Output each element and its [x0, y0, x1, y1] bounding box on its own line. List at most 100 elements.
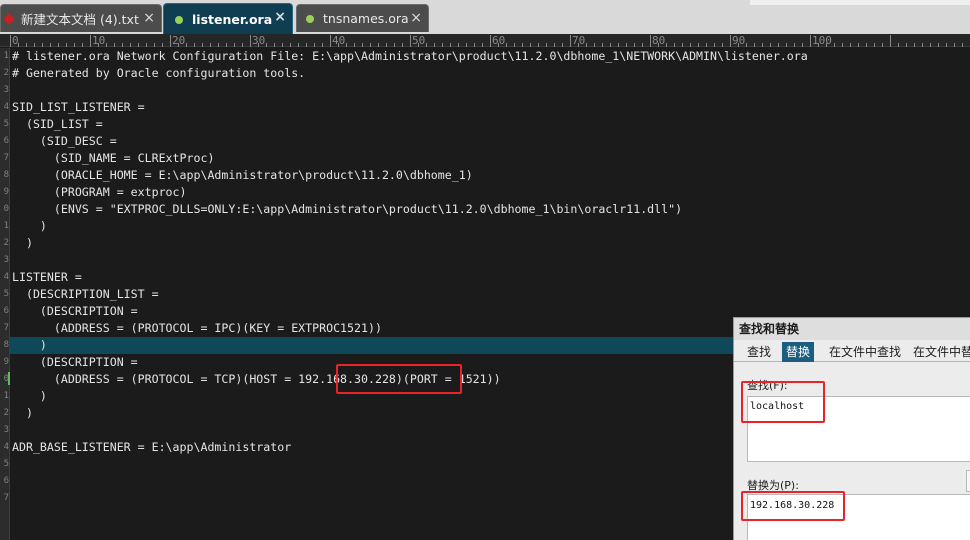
ruler-tick: [450, 43, 451, 47]
code-line[interactable]: (ENVS = "EXTPROC_DLLS=ONLY:E:\app\Admini…: [10, 201, 970, 218]
code-line[interactable]: ): [10, 218, 970, 235]
tab-label: 新建文本文档 (4).txt: [21, 12, 139, 27]
ruler-tick: [874, 43, 875, 47]
line-number: 2: [3, 408, 9, 418]
ruler-tick: [634, 43, 635, 47]
ruler-tick: [218, 43, 219, 47]
line-number: 2: [3, 68, 9, 78]
ruler-tick: [434, 43, 435, 47]
close-icon[interactable]: ×: [410, 11, 422, 25]
ruler-tick: [522, 43, 523, 47]
ruler-tick: [186, 43, 187, 47]
code-line[interactable]: (DESCRIPTION_LIST =: [10, 286, 970, 303]
ruler-tick: [666, 43, 667, 47]
ruler-tick: [842, 43, 843, 47]
tab-bar-blank-area: [750, 0, 970, 5]
line-number: 3: [3, 85, 9, 95]
code-line[interactable]: SID_LIST_LISTENER =: [10, 99, 970, 116]
line-number: 7: [3, 323, 9, 333]
ruler-tick: [898, 43, 899, 47]
ruler-label: 80: [652, 34, 666, 47]
ruler-tick: [386, 43, 387, 47]
line-number: 8: [3, 340, 9, 350]
line-number: 1: [3, 391, 9, 401]
panel-title: 查找和替换: [734, 318, 970, 340]
line-number: 6: [3, 136, 9, 146]
ruler-label: 0: [12, 34, 19, 47]
code-line[interactable]: # listener.ora Network Configuration Fil…: [10, 48, 970, 65]
tab-find-in-files[interactable]: 在文件中查找: [825, 342, 905, 362]
code-line[interactable]: (SID_NAME = CLRExtProc): [10, 150, 970, 167]
ruler-tick: [58, 43, 59, 47]
close-icon[interactable]: ×: [143, 11, 155, 25]
ruler-tick: [314, 43, 315, 47]
line-number: 4: [3, 272, 9, 282]
line-number: 1: [3, 221, 9, 231]
ruler-label: 50: [412, 34, 426, 47]
ruler-tick: [458, 43, 459, 47]
ruler-tick: [618, 43, 619, 47]
ruler-tick: [194, 43, 195, 47]
line-number: 0: [3, 204, 9, 214]
ruler-label: 30: [252, 34, 266, 47]
line-number: 2: [3, 238, 9, 248]
tab-find[interactable]: 查找: [743, 342, 775, 362]
ruler-tick: [306, 43, 307, 47]
line-number: 5: [3, 289, 9, 299]
ruler-tick: [890, 35, 891, 47]
line-number: 5: [3, 459, 9, 469]
ruler-tick: [242, 43, 243, 47]
ruler-tick: [474, 43, 475, 47]
ruler-tick: [482, 43, 483, 47]
ruler-tick: [594, 43, 595, 47]
ruler-tick: [882, 43, 883, 47]
ruler-tick: [858, 43, 859, 47]
tab-label: listener.ora: [192, 11, 273, 27]
code-line[interactable]: (PROGRAM = extproc): [10, 184, 970, 201]
ruler-tick: [850, 43, 851, 47]
ruler-tick: [586, 43, 587, 47]
code-line[interactable]: # Generated by Oracle configuration tool…: [10, 65, 970, 82]
ruler-tick: [706, 43, 707, 47]
ruler-tick: [122, 43, 123, 47]
code-line[interactable]: (SID_DESC =: [10, 133, 970, 150]
ruler-tick: [266, 43, 267, 47]
ruler-tick: [642, 43, 643, 47]
ruler-tick: [714, 43, 715, 47]
ruler-tick: [442, 43, 443, 47]
code-line[interactable]: ): [10, 235, 970, 252]
ruler-tick: [34, 43, 35, 47]
code-line[interactable]: (SID_LIST =: [10, 116, 970, 133]
ruler-tick: [914, 43, 915, 47]
tab-tnsnames-ora[interactable]: tnsnames.ora ×: [296, 4, 429, 32]
ruler-tick: [538, 43, 539, 47]
code-line[interactable]: [10, 82, 970, 99]
close-icon[interactable]: ×: [274, 10, 286, 24]
ruler-tick: [26, 43, 27, 47]
tab-replace[interactable]: 替换: [782, 342, 815, 362]
ruler-tick: [114, 43, 115, 47]
replace-options-button[interactable]: [966, 470, 970, 492]
line-number: 7: [3, 153, 9, 163]
code-line[interactable]: LISTENER =: [10, 269, 970, 286]
code-line[interactable]: (ORACLE_HOME = E:\app\Administrator\prod…: [10, 167, 970, 184]
tab-new-text-document[interactable]: 新建文本文档 (4).txt ×: [0, 4, 162, 32]
ruler-tick: [754, 43, 755, 47]
line-number: 6: [3, 476, 9, 486]
line-number-gutter: 123456789012345678901234567: [0, 48, 10, 540]
ruler-tick: [146, 43, 147, 47]
ruler-tick: [794, 43, 795, 47]
ruler-tick: [226, 43, 227, 47]
code-line[interactable]: [10, 252, 970, 269]
ruler-tick: [778, 43, 779, 47]
line-number: 7: [3, 493, 9, 503]
ruler-label: 100: [812, 34, 832, 47]
ruler-tick: [626, 43, 627, 47]
tab-listener-ora[interactable]: listener.ora ×: [163, 3, 293, 34]
tab-replace-in-files[interactable]: 在文件中替: [909, 342, 970, 362]
ruler-tick: [906, 43, 907, 47]
ruler-tick: [938, 43, 939, 47]
replace-highlight-annotation: [741, 491, 845, 521]
ruler-tick: [74, 43, 75, 47]
ruler-tick: [770, 43, 771, 47]
